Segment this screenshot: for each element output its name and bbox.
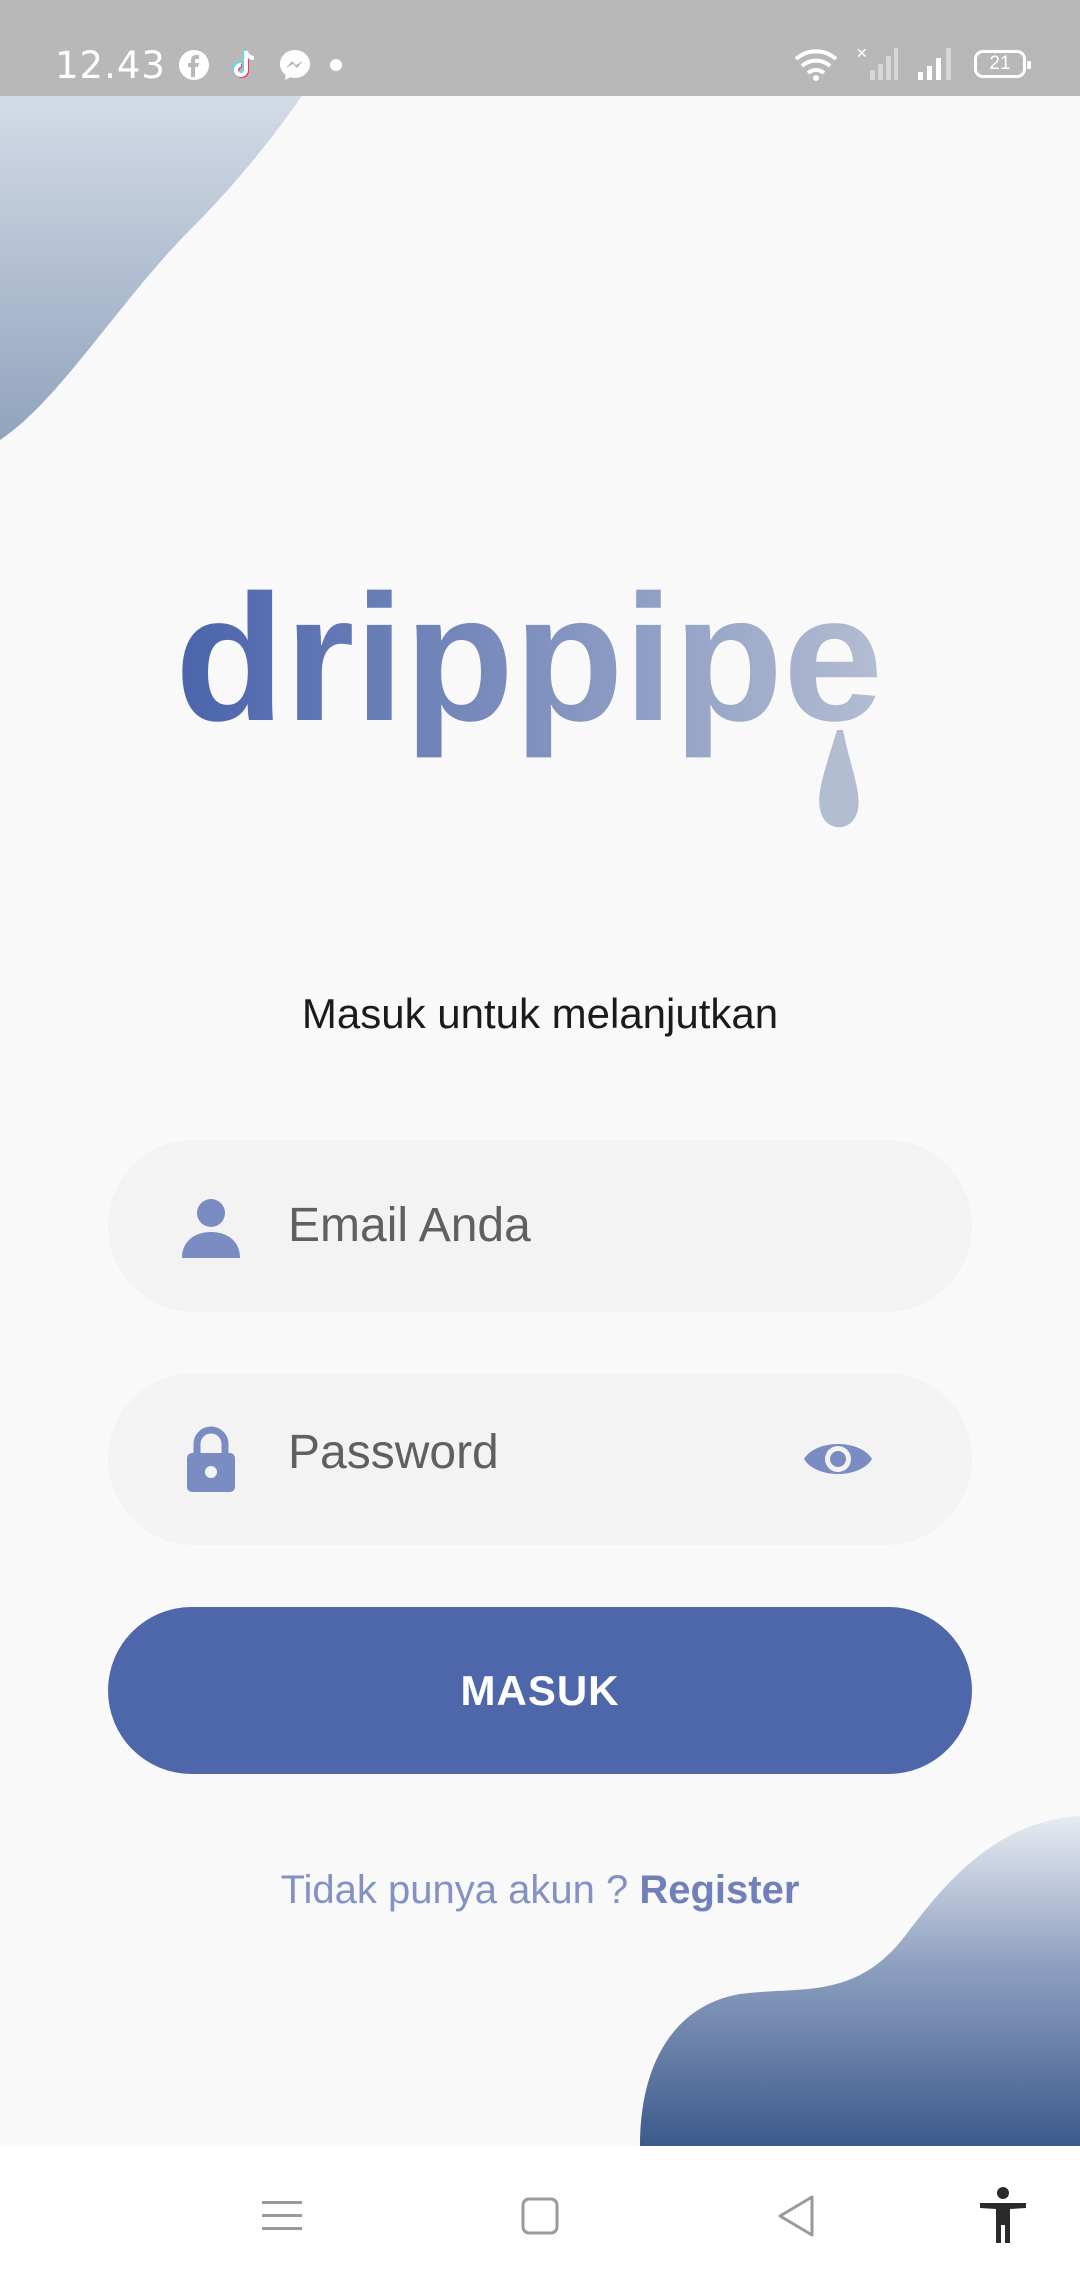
accessibility-button[interactable] [973, 2186, 1033, 2246]
register-row: Tidak punya akun ? Register [0, 1868, 1080, 1913]
accessibility-icon [980, 2187, 1026, 2243]
password-placeholder: Password [288, 1426, 499, 1479]
back-icon [778, 2195, 814, 2237]
tiktok-icon [233, 50, 255, 78]
svg-text:drippipe: drippipe [175, 580, 883, 759]
facebook-icon [179, 50, 209, 80]
person-icon [182, 1199, 240, 1258]
login-screen: 12.43 ✕ 21 drippipe Masuk untuk melanjut… [0, 0, 1080, 2280]
register-prompt: Tidak punya akun ? [280, 1868, 629, 1912]
home-icon [521, 2197, 559, 2235]
email-field[interactable]: Email Anda [108, 1140, 972, 1312]
battery-icon: 21 [974, 50, 1031, 78]
status-time: 12.43 [55, 44, 166, 87]
status-bar: 12.43 ✕ 21 [0, 0, 1080, 96]
signal-icon [918, 48, 951, 80]
system-icons: ✕ 21 [794, 46, 1031, 82]
login-button-label: MASUK [460, 1666, 620, 1714]
svg-text:✕: ✕ [856, 46, 868, 62]
menu-icon [262, 2201, 302, 2230]
login-subtitle: Masuk untuk melanjutkan [301, 990, 779, 1037]
login-button[interactable]: MASUK [108, 1607, 972, 1774]
dot-icon [330, 59, 342, 71]
notification-icons [178, 48, 342, 82]
email-placeholder: Email Anda [288, 1199, 531, 1252]
eye-icon[interactable] [802, 1433, 874, 1485]
wifi-icon [794, 49, 838, 81]
messenger-icon [280, 50, 310, 80]
register-link[interactable]: Register [639, 1868, 799, 1912]
home-button[interactable] [510, 2186, 570, 2246]
lock-icon [187, 1426, 235, 1492]
signal-no-sim-icon: ✕ [856, 46, 898, 80]
drippipe-logo: drippipe [175, 580, 883, 828]
back-button[interactable] [766, 2186, 826, 2246]
password-field[interactable]: Password [108, 1373, 972, 1545]
menu-button[interactable] [252, 2186, 312, 2246]
navigation-bar [0, 2146, 1080, 2280]
battery-level: 21 [989, 53, 1011, 74]
decorative-blob-bottom [640, 1816, 1080, 2146]
